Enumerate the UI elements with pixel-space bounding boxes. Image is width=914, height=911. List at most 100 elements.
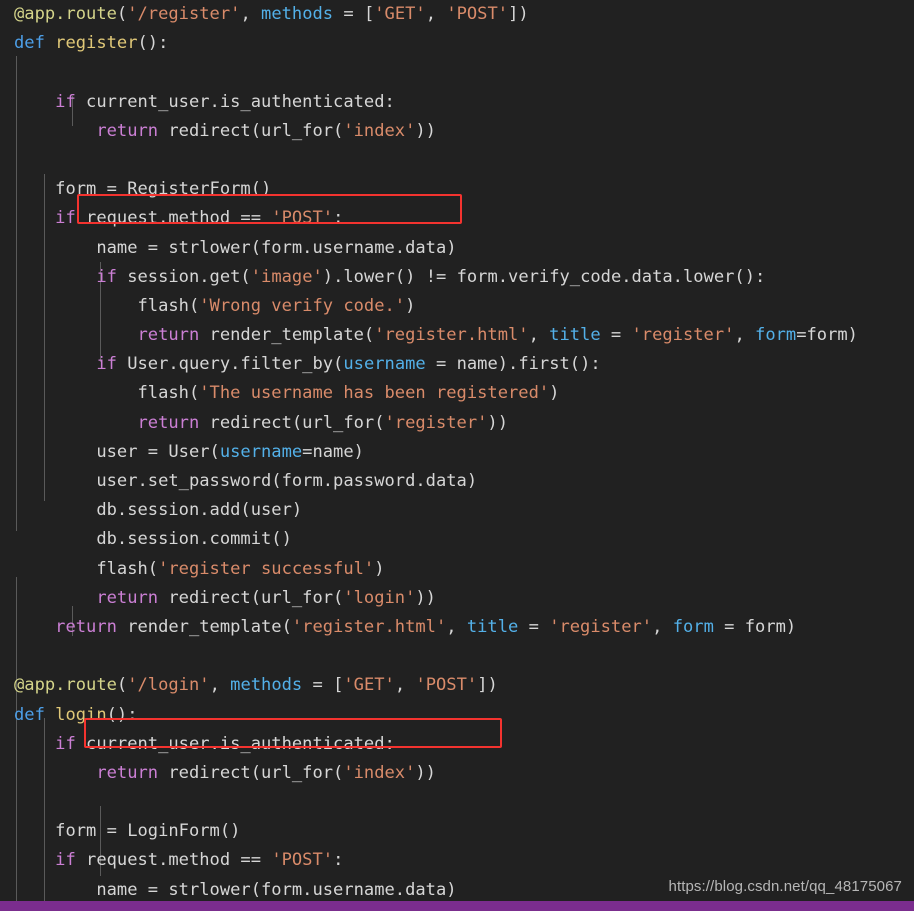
code-token: 'GET' — [343, 675, 395, 696]
code-token: 'register' — [631, 325, 735, 346]
code-line[interactable]: @app.route('/register', methods = ['GET'… — [0, 0, 914, 29]
code-token: ]) — [508, 4, 529, 24]
code-line[interactable]: return redirect(url_for('login')) — [0, 584, 914, 613]
code-line[interactable]: if current_user.is_authenticated: — [0, 88, 914, 117]
code-token: session.get( — [116, 266, 251, 287]
code-token: (): — [137, 33, 169, 54]
code-line[interactable]: flash('Wrong verify code.') — [0, 292, 914, 321]
code-line[interactable]: return render_template('register.html', … — [0, 321, 914, 350]
code-token: return — [137, 412, 200, 433]
code-token: 'register.html' — [291, 616, 447, 637]
code-token: = [ — [333, 4, 375, 24]
code-token: '/register' — [127, 4, 241, 24]
code-line[interactable]: flash('The username has been registered'… — [0, 379, 914, 408]
code-line[interactable]: if User.query.filter_by(username = name)… — [0, 350, 914, 379]
code-token: User.query.filter_by( — [116, 354, 344, 375]
code-token: , — [394, 675, 416, 696]
code-token: return — [55, 616, 117, 637]
code-line[interactable]: user.set_password(form.password.data) — [0, 467, 914, 496]
code-token: 'index' — [343, 120, 416, 141]
code-token: 'Wrong verify code.' — [199, 295, 406, 316]
code-token: = form) — [713, 616, 797, 637]
code-editor-screenshot: @app.route('/register', methods = ['GET'… — [0, 0, 914, 911]
code-token: @app.route — [14, 4, 117, 24]
code-token: if — [55, 208, 76, 229]
code-token: form = RegisterForm() — [14, 179, 272, 200]
code-line[interactable] — [0, 642, 914, 671]
watermark-url: https://blog.csdn.net/qq_48175067 — [668, 878, 902, 895]
code-token: = — [600, 325, 632, 346]
code-token: register — [55, 33, 138, 54]
code-token: , — [425, 4, 447, 24]
code-line[interactable]: if request.method == 'POST': — [0, 204, 914, 233]
code-token: render_template( — [116, 616, 292, 637]
code-token: ) — [374, 558, 385, 579]
code-token: if — [96, 266, 117, 287]
code-line[interactable]: def register(): — [0, 29, 914, 58]
code-token: ]) — [477, 675, 498, 696]
code-token: db.session.add(user) — [14, 500, 303, 521]
code-token: if — [55, 91, 76, 112]
code-line[interactable]: if request.method == 'POST': — [0, 846, 914, 875]
code-token: if — [96, 354, 117, 375]
code-line[interactable]: flash('register successful') — [0, 555, 914, 584]
code-token: redirect(url_for( — [199, 412, 385, 433]
code-token: methods — [230, 675, 303, 696]
code-line[interactable]: if current_user.is_authenticated: — [0, 730, 914, 759]
code-token: username — [219, 441, 303, 462]
code-line[interactable]: if session.get('image').lower() != form.… — [0, 263, 914, 292]
code-line[interactable]: def login(): — [0, 701, 914, 730]
code-token: form — [672, 616, 714, 637]
code-area[interactable]: @app.route('/register', methods = ['GET'… — [0, 0, 914, 911]
code-token: ( — [116, 675, 128, 696]
code-token: user = User( — [14, 441, 220, 462]
code-token: return — [96, 587, 159, 608]
code-token: , — [734, 325, 756, 346]
code-token: def — [14, 704, 45, 725]
code-line[interactable]: db.session.add(user) — [0, 496, 914, 525]
code-line[interactable]: @app.route('/login', methods = ['GET', '… — [0, 671, 914, 700]
code-token: 'POST' — [271, 850, 334, 871]
code-token: if — [55, 733, 76, 754]
code-line[interactable]: return render_template('register.html', … — [0, 613, 914, 642]
code-token: title — [466, 616, 519, 637]
code-line[interactable]: return redirect(url_for('register')) — [0, 409, 914, 438]
code-line[interactable] — [0, 58, 914, 87]
code-token: 'POST' — [446, 4, 509, 24]
code-token: render_template( — [199, 325, 375, 346]
code-token: , — [652, 616, 673, 637]
code-line[interactable]: user = User(username=name) — [0, 438, 914, 467]
code-line[interactable] — [0, 146, 914, 175]
code-token: title — [549, 325, 601, 346]
code-token: request.method == — [75, 850, 272, 871]
code-token: request.method == — [75, 208, 272, 229]
code-line[interactable]: name = strlower(form.username.data) — [0, 234, 914, 263]
code-token: username — [343, 354, 426, 375]
code-token: redirect(url_for( — [158, 587, 344, 608]
code-token: 'image' — [250, 266, 323, 287]
code-line[interactable]: form = LoginForm() — [0, 817, 914, 846]
code-token: db.session.commit() — [14, 529, 292, 550]
code-token: : — [333, 208, 344, 229]
code-token: login — [55, 704, 107, 725]
code-line[interactable]: db.session.commit() — [0, 525, 914, 554]
code-line[interactable] — [0, 788, 914, 817]
code-token: ) — [405, 295, 416, 316]
code-line[interactable]: form = RegisterForm() — [0, 175, 914, 204]
code-line[interactable]: return redirect(url_for('index')) — [0, 759, 914, 788]
code-token: if — [55, 850, 76, 871]
code-token: @app.route — [14, 675, 117, 696]
code-token: 'login' — [343, 587, 416, 608]
code-token: =name) — [302, 441, 364, 462]
code-token: 'index' — [343, 762, 416, 783]
code-line[interactable]: return redirect(url_for('index')) — [0, 117, 914, 146]
